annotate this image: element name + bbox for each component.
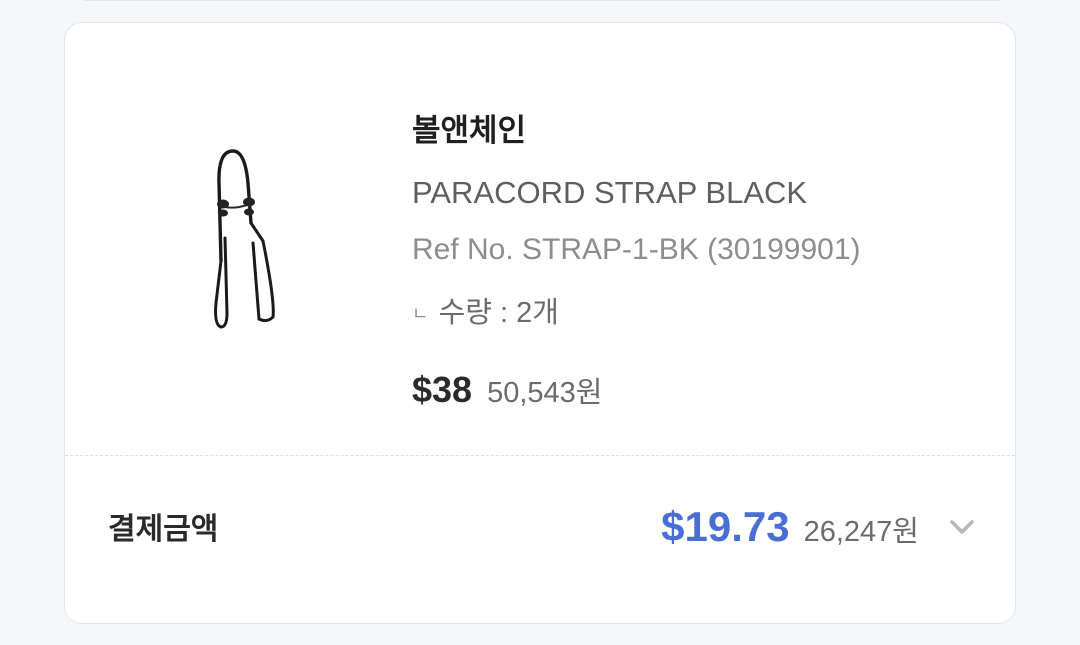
payment-total-row[interactable]: $19.73 26,247원 <box>661 503 977 551</box>
payment-amount-label: 결제금액 <box>108 513 219 546</box>
reference-number: Ref No. STRAP-1-BK (30199901) <box>412 233 861 266</box>
product-name[interactable]: PARACORD STRAP BLACK <box>412 175 807 211</box>
payment-total-krw: 26,247원 <box>803 516 919 548</box>
quantity-text: 수량 : 2개 <box>438 297 559 329</box>
quantity-row: ㄴ 수량 : 2개 <box>412 289 559 331</box>
item-price-usd: $38 <box>412 369 473 410</box>
payment-total-usd: $19.73 <box>661 503 790 550</box>
paracord-strap-image <box>214 149 275 329</box>
brand-name: 볼앤체인 <box>412 113 527 148</box>
item-price-krw: 50,543원 <box>487 377 603 409</box>
dashed-divider <box>65 455 1015 456</box>
corner-bullet-icon: ㄴ <box>412 304 429 324</box>
chevron-down-icon[interactable] <box>947 517 977 537</box>
previous-card-edge <box>78 0 1005 1</box>
item-price-row: $38 50,543원 <box>412 369 602 411</box>
order-item-card: 볼앤체인 PARACORD STRAP BLACK Ref No. STRAP-… <box>64 22 1016 624</box>
product-thumbnail[interactable] <box>205 123 335 338</box>
